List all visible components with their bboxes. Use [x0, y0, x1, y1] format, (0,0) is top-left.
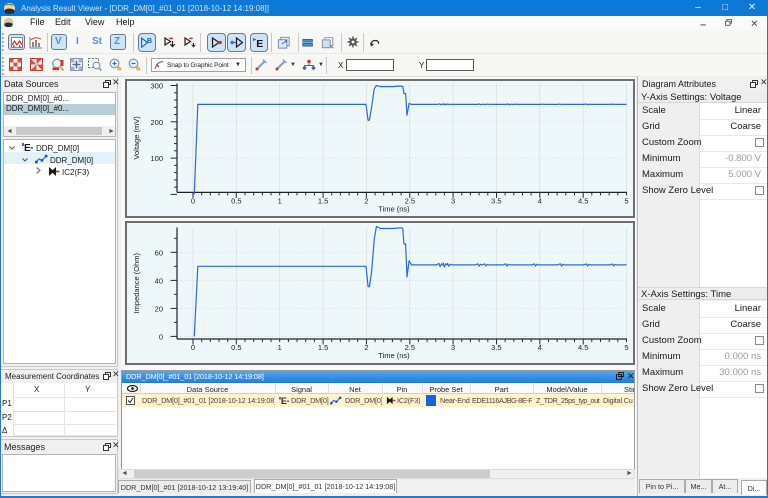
- svg-text:Impedance (Ohm): Impedance (Ohm): [132, 252, 141, 313]
- svg-text:40: 40: [155, 276, 163, 285]
- svg-text:200: 200: [150, 118, 163, 127]
- svg-text:4.5: 4.5: [578, 196, 588, 205]
- svg-text:2: 2: [364, 343, 368, 352]
- svg-text:B: B: [147, 38, 152, 45]
- svg-text:E: E: [24, 143, 31, 152]
- svg-text:E: E: [256, 38, 263, 48]
- svg-text:5: 5: [624, 343, 628, 352]
- svg-text:20: 20: [155, 304, 163, 313]
- svg-text:4: 4: [538, 343, 542, 352]
- svg-text:4.5: 4.5: [578, 343, 588, 352]
- svg-text:1: 1: [278, 343, 282, 352]
- svg-text:60: 60: [155, 248, 163, 257]
- svg-text:0.5: 0.5: [231, 343, 241, 352]
- svg-text:E: E: [281, 396, 287, 405]
- svg-text:2: 2: [364, 196, 368, 205]
- svg-text:1.5: 1.5: [318, 343, 328, 352]
- svg-text:3.5: 3.5: [491, 196, 501, 205]
- svg-text:3: 3: [451, 196, 455, 205]
- svg-text:3.5: 3.5: [491, 343, 501, 352]
- svg-text:Time (ns): Time (ns): [378, 351, 410, 360]
- svg-text:5: 5: [624, 196, 628, 205]
- svg-text:300: 300: [150, 82, 163, 91]
- svg-text:0: 0: [159, 332, 163, 341]
- svg-text:1.5: 1.5: [318, 196, 328, 205]
- svg-text:0: 0: [191, 196, 195, 205]
- svg-text:0.5: 0.5: [231, 196, 241, 205]
- svg-text:4: 4: [538, 196, 542, 205]
- svg-text:3: 3: [451, 343, 455, 352]
- svg-text:0: 0: [191, 343, 195, 352]
- svg-text:Time (ns): Time (ns): [378, 204, 410, 213]
- svg-text:Voltage (mV): Voltage (mV): [132, 116, 141, 160]
- svg-text:100: 100: [150, 154, 163, 163]
- svg-text:1: 1: [278, 196, 282, 205]
